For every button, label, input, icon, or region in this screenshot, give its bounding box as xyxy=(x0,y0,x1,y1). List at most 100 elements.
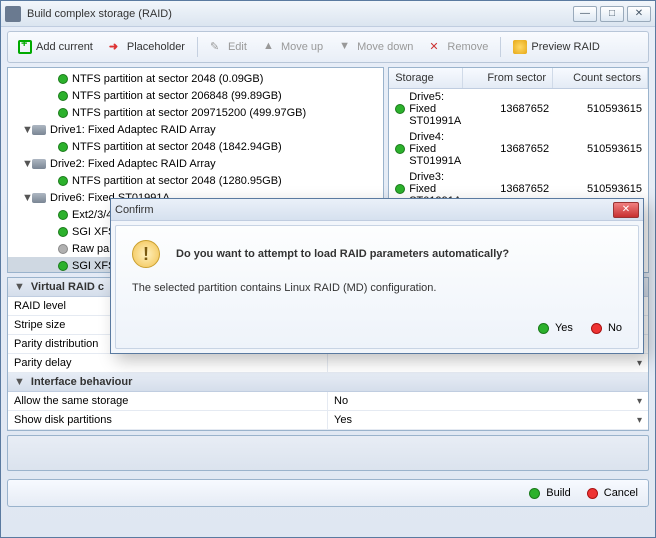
property-value[interactable] xyxy=(328,354,648,372)
add-icon xyxy=(18,40,32,54)
status-dot-icon xyxy=(58,108,68,118)
minimize-button[interactable]: — xyxy=(573,6,597,22)
remove-button: Remove xyxy=(423,37,494,57)
preview-icon xyxy=(513,40,527,54)
move-up-button: Move up xyxy=(257,37,329,57)
status-dot-icon xyxy=(58,91,68,101)
property-row[interactable]: Parity delay xyxy=(8,354,648,373)
up-icon xyxy=(263,40,277,54)
cell-from-sector: 13687652 xyxy=(461,103,549,115)
status-dot-icon xyxy=(58,227,68,237)
dropdown-icon[interactable] xyxy=(637,395,642,407)
exclamation-icon: ! xyxy=(132,240,160,268)
expander-icon[interactable]: ▼ xyxy=(22,192,32,204)
property-key: Allow the same storage xyxy=(8,392,328,410)
tree-item-label: NTFS partition at sector 2048 (1842.94GB… xyxy=(72,141,282,153)
cell-count-sectors: 510593615 xyxy=(549,183,642,195)
add-current-button[interactable]: Add current xyxy=(12,37,99,57)
green-dot-icon xyxy=(538,323,549,334)
col-count-sectors[interactable]: Count sectors xyxy=(553,68,648,88)
cell-count-sectors: 510593615 xyxy=(549,103,642,115)
red-dot-icon xyxy=(587,488,598,499)
col-storage[interactable]: Storage xyxy=(389,68,463,88)
chevron-down-icon: ▼ xyxy=(14,281,25,293)
group-interface-behaviour[interactable]: ▼Interface behaviour xyxy=(8,373,648,392)
cell-from-sector: 13687652 xyxy=(461,143,549,155)
dropdown-icon[interactable] xyxy=(637,414,642,426)
cell-storage: Drive4: Fixed ST01991A xyxy=(409,131,461,167)
tree-item-label: Drive1: Fixed Adaptec RAID Array xyxy=(50,124,216,136)
cell-from-sector: 13687652 xyxy=(461,183,549,195)
build-button[interactable]: Build xyxy=(529,487,570,499)
move-down-button: Move down xyxy=(333,37,419,57)
footer: Build Cancel xyxy=(7,479,649,507)
property-key: Parity delay xyxy=(8,354,328,372)
cell-count-sectors: 510593615 xyxy=(549,143,642,155)
yes-button[interactable]: Yes xyxy=(538,322,573,334)
dropdown-icon[interactable] xyxy=(637,357,642,369)
edit-button: Edit xyxy=(204,37,253,57)
chevron-down-icon: ▼ xyxy=(14,376,25,388)
expander-icon[interactable]: ▼ xyxy=(22,158,32,170)
status-dot-icon xyxy=(58,142,68,152)
toolbar: Add current Placeholder Edit Move up Mov… xyxy=(7,31,649,63)
confirm-dialog: Confirm ✕ ! Do you want to attempt to lo… xyxy=(110,198,644,354)
tree-item-label: NTFS partition at sector 2048 (0.09GB) xyxy=(72,73,263,85)
dialog-close-button[interactable]: ✕ xyxy=(613,202,639,218)
dialog-question: Do you want to attempt to load RAID para… xyxy=(176,248,509,260)
edit-icon xyxy=(210,40,224,54)
tree-item[interactable]: NTFS partition at sector 209715200 (499.… xyxy=(8,104,383,121)
tree-item-label: Drive2: Fixed Adaptec RAID Array xyxy=(50,158,216,170)
preview-raid-button[interactable]: Preview RAID xyxy=(507,37,605,57)
tree-item[interactable]: NTFS partition at sector 2048 (0.09GB) xyxy=(8,70,383,87)
status-area xyxy=(7,435,649,471)
tree-item-label: NTFS partition at sector 206848 (99.89GB… xyxy=(72,90,282,102)
placeholder-button[interactable]: Placeholder xyxy=(103,37,191,57)
status-dot-icon xyxy=(58,176,68,186)
dialog-titlebar[interactable]: Confirm ✕ xyxy=(111,199,643,221)
no-button[interactable]: No xyxy=(591,322,622,334)
property-row[interactable]: Allow the same storageNo xyxy=(8,392,648,411)
status-dot-icon xyxy=(58,261,68,271)
tree-item[interactable]: NTFS partition at sector 2048 (1280.95GB… xyxy=(8,172,383,189)
titlebar[interactable]: Build complex storage (RAID) — □ ✕ xyxy=(1,1,655,27)
cell-storage: Drive5: Fixed ST01991A xyxy=(409,91,461,127)
tree-item-label: Ext2/3/4 xyxy=(72,209,112,221)
app-icon xyxy=(5,6,21,22)
tree-item[interactable]: ▼ Drive2: Fixed Adaptec RAID Array xyxy=(8,155,383,172)
separator xyxy=(500,37,501,57)
down-icon xyxy=(339,40,353,54)
tree-item-label: SGI XFS xyxy=(72,260,115,272)
separator xyxy=(197,37,198,57)
drive-icon xyxy=(32,193,46,203)
grid-row[interactable]: Drive5: Fixed ST01991A13687652510593615 xyxy=(389,89,648,129)
dialog-title: Confirm xyxy=(115,204,613,216)
status-dot-icon xyxy=(395,184,405,194)
status-dot-icon xyxy=(395,104,405,114)
grid-header: Storage From sector Count sectors xyxy=(389,68,648,89)
dialog-subtext: The selected partition contains Linux RA… xyxy=(132,282,622,294)
property-value[interactable]: Yes xyxy=(328,411,648,429)
grid-row[interactable]: Drive4: Fixed ST01991A13687652510593615 xyxy=(389,129,648,169)
tree-item-label: NTFS partition at sector 2048 (1280.95GB… xyxy=(72,175,282,187)
expander-icon[interactable]: ▼ xyxy=(22,124,32,136)
status-dot-icon xyxy=(58,244,68,254)
col-from-sector[interactable]: From sector xyxy=(463,68,553,88)
property-value[interactable]: No xyxy=(328,392,648,410)
property-key: Show disk partitions xyxy=(8,411,328,429)
status-dot-icon xyxy=(58,210,68,220)
tree-item-label: NTFS partition at sector 209715200 (499.… xyxy=(72,107,306,119)
status-dot-icon xyxy=(58,74,68,84)
arrow-icon xyxy=(109,40,123,54)
tree-item[interactable]: NTFS partition at sector 2048 (1842.94GB… xyxy=(8,138,383,155)
cancel-button[interactable]: Cancel xyxy=(587,487,638,499)
remove-icon xyxy=(429,40,443,54)
status-dot-icon xyxy=(395,144,405,154)
drive-icon xyxy=(32,159,46,169)
tree-item[interactable]: ▼ Drive1: Fixed Adaptec RAID Array xyxy=(8,121,383,138)
close-button[interactable]: ✕ xyxy=(627,6,651,22)
drive-icon xyxy=(32,125,46,135)
tree-item[interactable]: NTFS partition at sector 206848 (99.89GB… xyxy=(8,87,383,104)
property-row[interactable]: Show disk partitionsYes xyxy=(8,411,648,430)
maximize-button[interactable]: □ xyxy=(600,6,624,22)
